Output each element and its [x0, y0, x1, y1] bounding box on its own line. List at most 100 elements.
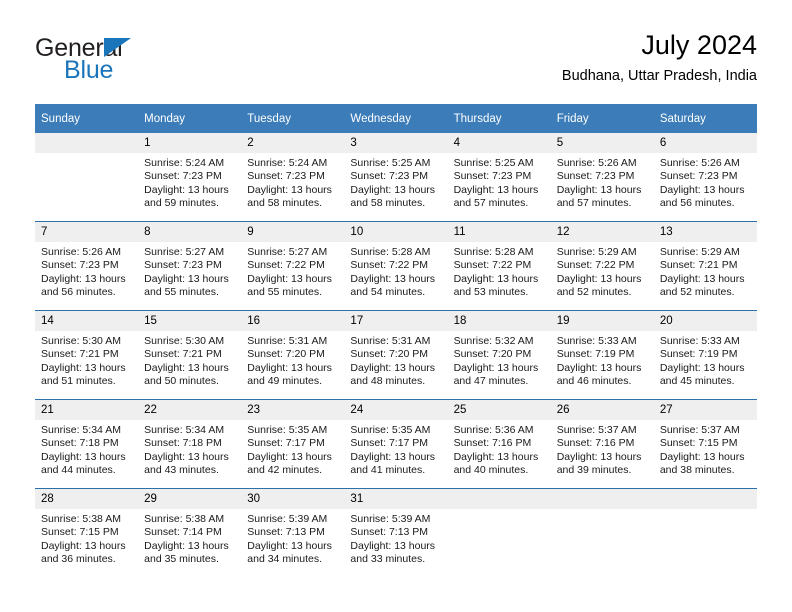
- calendar-day-cell[interactable]: 28 Sunrise: 5:38 AM Sunset: 7:15 PM Dayligh…: [35, 488, 139, 577]
- daylight-text: Daylight: 13 hours and 51 minutes.: [41, 361, 126, 388]
- calendar-day-cell[interactable]: 9 Sunrise: 5:27 AM Sunset: 7:22 PM Daylight…: [241, 221, 345, 311]
- page-subtitle: Budhana, Uttar Pradesh, India: [561, 68, 757, 84]
- daylight-text: Daylight: 13 hours and 57 minutes.: [453, 183, 539, 210]
- sunset-text: Sunset: 7:23 PM: [453, 170, 532, 183]
- calendar-day-cell[interactable]: 12 Sunrise: 5:29 AM Sunset: 7:22 PM Dayligh…: [550, 221, 654, 311]
- calendar-day-cell[interactable]: 29 Sunrise: 5:38 AM Sunset: 7:14 PM Dayligh…: [138, 488, 242, 577]
- sunrise-text: Sunrise: 5:25 AM: [350, 157, 431, 169]
- daylight-text: Daylight: 13 hours and 59 minutes.: [144, 183, 229, 210]
- sunset-text: Sunset: 7:23 PM: [41, 259, 119, 272]
- day-cell-inner: 29 Sunrise: 5:38 AM Sunset: 7:14 PM Dayligh…: [138, 489, 242, 577]
- day-number: 26: [550, 400, 654, 420]
- calendar-day-cell[interactable]: 7 Sunrise: 5:26 AM Sunset: 7:23 PM Daylight…: [35, 221, 139, 311]
- sunset-text: Sunset: 7:17 PM: [350, 437, 429, 450]
- calendar-day-cell[interactable]: 10 Sunrise: 5:28 AM Sunset: 7:22 PM Dayligh…: [344, 221, 448, 311]
- calendar-day-cell[interactable]: 2 Sunrise: 5:24 AM Sunset: 7:23 PM Daylight…: [241, 133, 345, 222]
- sunset-text: Sunset: 7:23 PM: [350, 170, 429, 183]
- calendar-day-cell[interactable]: 19 Sunrise: 5:33 AM Sunset: 7:19 PM Dayligh…: [550, 310, 654, 400]
- sunrise-text: Sunrise: 5:25 AM: [453, 157, 534, 169]
- day-cell-inner: 2 Sunrise: 5:24 AM Sunset: 7:23 PM Daylight…: [241, 133, 345, 221]
- calendar-day-cell[interactable]: 15 Sunrise: 5:30 AM Sunset: 7:21 PM Dayligh…: [138, 310, 242, 400]
- weekday-header-saturday: Saturday: [653, 104, 757, 133]
- day-number: 23: [241, 400, 345, 420]
- calendar-day-cell[interactable]: 20 Sunrise: 5:33 AM Sunset: 7:19 PM Dayligh…: [653, 310, 757, 400]
- day-details: Sunrise: 5:37 AM Sunset: 7:15 PM Daylight:…: [654, 420, 757, 478]
- calendar-day-cell[interactable]: 17 Sunrise: 5:31 AM Sunset: 7:20 PM Dayligh…: [344, 310, 448, 400]
- day-cell-inner: 12 Sunrise: 5:29 AM Sunset: 7:22 PM Dayligh…: [550, 222, 654, 310]
- calendar-day-cell[interactable]: 11 Sunrise: 5:28 AM Sunset: 7:22 PM Dayligh…: [447, 221, 551, 311]
- weekday-header-wednesday: Wednesday: [344, 104, 448, 133]
- daylight-text: Daylight: 13 hours and 56 minutes.: [659, 183, 745, 210]
- general-blue-logo: General Blue: [35, 34, 245, 90]
- calendar-day-cell[interactable]: 8 Sunrise: 5:27 AM Sunset: 7:23 PM Daylight…: [138, 221, 242, 311]
- calendar-day-cell[interactable]: 1 Sunrise: 5:24 AM Sunset: 7:23 PM Daylight…: [138, 133, 242, 222]
- daylight-text: Daylight: 13 hours and 40 minutes.: [453, 450, 539, 477]
- sunset-text: Sunset: 7:23 PM: [247, 170, 325, 183]
- daylight-text: Daylight: 13 hours and 48 minutes.: [350, 361, 436, 388]
- calendar-day-cell[interactable]: 5 Sunrise: 5:26 AM Sunset: 7:23 PM Daylight…: [550, 133, 654, 222]
- sunset-text: Sunset: 7:19 PM: [556, 348, 635, 361]
- day-number: 24: [344, 400, 448, 420]
- calendar-day-cell-empty: [447, 488, 551, 577]
- sunset-text: Sunset: 7:16 PM: [453, 437, 532, 450]
- day-details: Sunrise: 5:27 AM Sunset: 7:23 PM Daylight:…: [138, 242, 241, 300]
- sunset-text: Sunset: 7:13 PM: [350, 526, 429, 539]
- sunset-text: Sunset: 7:16 PM: [556, 437, 635, 450]
- daylight-text: Daylight: 13 hours and 54 minutes.: [350, 272, 436, 299]
- day-details: Sunrise: 5:28 AM Sunset: 7:22 PM Daylight:…: [344, 242, 447, 300]
- sunset-text: Sunset: 7:20 PM: [247, 348, 325, 361]
- calendar-body: 1 Sunrise: 5:24 AM Sunset: 7:23 PM Daylight…: [35, 133, 757, 577]
- day-cell-inner: 17 Sunrise: 5:31 AM Sunset: 7:20 PM Dayligh…: [344, 311, 448, 399]
- day-cell-inner: 19 Sunrise: 5:33 AM Sunset: 7:19 PM Dayligh…: [550, 311, 654, 399]
- calendar-day-cell[interactable]: 31 Sunrise: 5:39 AM Sunset: 7:13 PM Dayligh…: [344, 488, 448, 577]
- day-number: 21: [35, 400, 139, 420]
- weekday-header-monday: Monday: [138, 104, 242, 133]
- calendar-day-cell[interactable]: 23 Sunrise: 5:35 AM Sunset: 7:17 PM Dayligh…: [241, 399, 345, 489]
- day-cell-inner: 25 Sunrise: 5:36 AM Sunset: 7:16 PM Dayligh…: [447, 400, 551, 488]
- calendar-day-cell[interactable]: 3 Sunrise: 5:25 AM Sunset: 7:23 PM Daylight…: [344, 133, 448, 222]
- calendar-day-cell[interactable]: 6 Sunrise: 5:26 AM Sunset: 7:23 PM Daylight…: [653, 133, 757, 222]
- day-number: 18: [447, 311, 551, 331]
- day-cell-inner: 16 Sunrise: 5:31 AM Sunset: 7:20 PM Dayligh…: [241, 311, 345, 399]
- day-details: Sunrise: 5:39 AM Sunset: 7:13 PM Daylight:…: [241, 509, 344, 567]
- day-cell-inner: [447, 489, 551, 577]
- calendar-day-cell[interactable]: 22 Sunrise: 5:34 AM Sunset: 7:18 PM Dayligh…: [138, 399, 242, 489]
- calendar-day-cell[interactable]: 21 Sunrise: 5:34 AM Sunset: 7:18 PM Dayligh…: [35, 399, 139, 489]
- calendar-day-cell[interactable]: 14 Sunrise: 5:30 AM Sunset: 7:21 PM Dayligh…: [35, 310, 139, 400]
- calendar-day-cell[interactable]: 30 Sunrise: 5:39 AM Sunset: 7:13 PM Dayligh…: [241, 488, 345, 577]
- calendar-day-cell[interactable]: 4 Sunrise: 5:25 AM Sunset: 7:23 PM Daylight…: [447, 133, 551, 222]
- daylight-text: Daylight: 13 hours and 36 minutes.: [41, 539, 126, 566]
- day-cell-inner: 7 Sunrise: 5:26 AM Sunset: 7:23 PM Daylight…: [35, 222, 139, 310]
- sunset-text: Sunset: 7:23 PM: [144, 170, 222, 183]
- day-details: Sunrise: 5:37 AM Sunset: 7:16 PM Daylight:…: [551, 420, 654, 478]
- sunset-text: Sunset: 7:20 PM: [453, 348, 532, 361]
- calendar-day-cell[interactable]: 26 Sunrise: 5:37 AM Sunset: 7:16 PM Dayligh…: [550, 399, 654, 489]
- daylight-text: Daylight: 13 hours and 58 minutes.: [247, 183, 332, 210]
- calendar-day-cell[interactable]: 27 Sunrise: 5:37 AM Sunset: 7:15 PM Dayligh…: [653, 399, 757, 489]
- daylight-text: Daylight: 13 hours and 55 minutes.: [144, 272, 229, 299]
- day-number: 17: [344, 311, 448, 331]
- daylight-text: Daylight: 13 hours and 56 minutes.: [41, 272, 126, 299]
- page-title: July 2024: [641, 30, 757, 60]
- day-details: Sunrise: 5:38 AM Sunset: 7:15 PM Daylight:…: [35, 509, 138, 567]
- daylight-text: Daylight: 13 hours and 35 minutes.: [144, 539, 229, 566]
- day-details: Sunrise: 5:25 AM Sunset: 7:23 PM Daylight:…: [344, 153, 447, 211]
- calendar-day-cell[interactable]: 24 Sunrise: 5:35 AM Sunset: 7:17 PM Dayligh…: [344, 399, 448, 489]
- day-number: [447, 489, 551, 509]
- sunrise-text: Sunrise: 5:28 AM: [453, 246, 534, 258]
- calendar-day-cell[interactable]: 25 Sunrise: 5:36 AM Sunset: 7:16 PM Dayligh…: [447, 399, 551, 489]
- calendar-day-cell[interactable]: 18 Sunrise: 5:32 AM Sunset: 7:20 PM Dayligh…: [447, 310, 551, 400]
- day-details: Sunrise: 5:39 AM Sunset: 7:13 PM Daylight:…: [344, 509, 447, 567]
- sunset-text: Sunset: 7:14 PM: [144, 526, 222, 539]
- calendar-day-cell[interactable]: 16 Sunrise: 5:31 AM Sunset: 7:20 PM Dayligh…: [241, 310, 345, 400]
- day-cell-inner: 30 Sunrise: 5:39 AM Sunset: 7:13 PM Dayligh…: [241, 489, 345, 577]
- calendar-week-row: 7 Sunrise: 5:26 AM Sunset: 7:23 PM Daylight…: [35, 221, 757, 311]
- day-details: Sunrise: 5:28 AM Sunset: 7:22 PM Daylight:…: [448, 242, 551, 300]
- calendar-day-cell[interactable]: 13 Sunrise: 5:29 AM Sunset: 7:21 PM Dayligh…: [653, 221, 757, 311]
- day-details: Sunrise: 5:29 AM Sunset: 7:21 PM Daylight:…: [654, 242, 757, 300]
- day-number: 9: [241, 222, 345, 242]
- day-details: Sunrise: 5:38 AM Sunset: 7:14 PM Daylight:…: [138, 509, 241, 567]
- sunrise-text: Sunrise: 5:33 AM: [659, 335, 740, 347]
- daylight-text: Daylight: 13 hours and 46 minutes.: [556, 361, 642, 388]
- daylight-text: Daylight: 13 hours and 33 minutes.: [350, 539, 436, 566]
